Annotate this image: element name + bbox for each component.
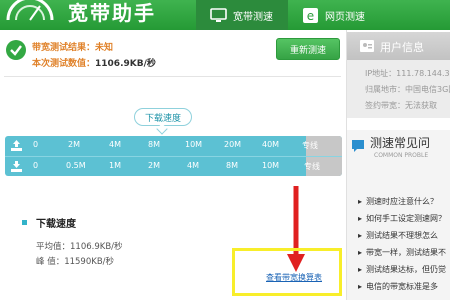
user-info-title: 用户信息: [380, 41, 424, 54]
download-tray-icon: [11, 161, 22, 172]
app-header: 宽带助手 宽带测速 e 网页测速: [0, 0, 450, 30]
scale-tick-bottom: 2M: [148, 161, 160, 170]
scale-row-bottom: 0 0.5M 1M 2M 4M 8M 10M 专线: [5, 156, 342, 176]
tab-label: 网页测速: [325, 11, 365, 23]
download-title: 下载速度: [36, 219, 76, 230]
scale-tick-bottom: 0.5M: [66, 161, 86, 170]
scale-tick-bottom: 10M: [262, 161, 280, 170]
svg-text:e: e: [307, 9, 314, 23]
ip-address: IP地址：111.78.144.38: [365, 69, 450, 78]
result-speed-row: 本次测试数值：1106.9KB/秒: [32, 56, 156, 69]
contract-bandwidth: 签约带宽：无法获取: [365, 101, 437, 110]
scale-tick-bottom: 1M: [109, 161, 121, 170]
app-title: 宽带助手: [68, 1, 156, 25]
speedtest-window: 宽带助手 宽带测速 e 网页测速 带宽测试结果：未知 本次测试数值：1106.9…: [0, 0, 450, 300]
faq-item[interactable]: 测试结果达标，但仍觉: [358, 264, 446, 275]
tab-label: 宽带测速: [233, 11, 273, 23]
speed-scale-bar: 0 2M 4M 8M 10M 20M 40M 专线 0 0.5M 1M 2M 4…: [5, 136, 342, 176]
speedtest-panel: 带宽测试结果：未知 本次测试数值：1106.9KB/秒 重新测速 下载速度 0 …: [0, 30, 345, 300]
upload-tray-icon: [11, 140, 22, 151]
download-peak: 峰 值：11590KB/秒: [36, 257, 115, 267]
chat-bubble-icon: [352, 140, 364, 152]
faq-item[interactable]: 测速时应注意什么？: [358, 196, 438, 207]
faq-item[interactable]: 如何手工设定测速网？: [358, 213, 446, 224]
result-status-label: 带宽测试结果：: [32, 43, 96, 53]
scale-tick-top: 20M: [224, 140, 242, 149]
scale-tick-top: 2M: [68, 140, 80, 149]
speed-bubble-label: 下载速度: [134, 108, 192, 126]
scale-tick-top: 10M: [185, 140, 203, 149]
scale-tick-top: 8M: [148, 140, 160, 149]
faq-item[interactable]: 电信的带宽标准是多: [358, 281, 438, 292]
bandwidth-conversion-link[interactable]: 查看带宽换算表: [266, 272, 322, 283]
user-info-body: IP地址：111.78.144.38 归属地市：中国电信3G网 签约带宽：无法获…: [347, 60, 450, 118]
scale-tick-bottom: 8M: [226, 161, 238, 170]
scale-tick-top: 4M: [109, 140, 121, 149]
scale-tick-bottom: 0: [33, 161, 39, 170]
result-speed-label: 本次测试数值：: [32, 59, 96, 69]
retest-button[interactable]: 重新测速: [276, 38, 340, 60]
result-speed-value: 1106.9KB/秒: [95, 59, 156, 69]
monitor-icon: [210, 7, 227, 22]
download-average: 平均值：1106.9KB/秒: [36, 242, 123, 252]
scale-tick-top: 0: [33, 140, 39, 149]
scale-row-top: 0 2M 4M 8M 10M 20M 40M 专线: [5, 136, 342, 156]
scale-tick-top: 专线: [302, 141, 318, 150]
tab-broadband-speedtest[interactable]: 宽带测速: [196, 0, 288, 30]
divider: [4, 76, 341, 77]
side-panel: 用户信息 IP地址：111.78.144.38 归属地市：中国电信3G网 签约带…: [346, 30, 450, 300]
result-status-value: 未知: [95, 43, 114, 53]
faq-title: 测速常见问: [370, 136, 431, 150]
faq-panel: 测速常见问 COMMON PROBLE 测速时应注意什么？ 如何手工设定测速网？…: [347, 130, 450, 300]
scale-tick-bottom: 4M: [187, 161, 199, 170]
result-status-row: 带宽测试结果：未知: [32, 40, 113, 53]
location: 归属地市：中国电信3G网: [365, 85, 450, 94]
user-card-icon: [360, 40, 374, 52]
scale-tick-top: 40M: [262, 140, 280, 149]
browser-icon: e: [303, 7, 318, 23]
scale-tick-bottom: 专线: [304, 162, 320, 171]
check-icon: [6, 40, 26, 60]
app-logo-icon: [6, 0, 54, 21]
tab-webpage-speedtest[interactable]: e 网页测速: [288, 0, 380, 30]
faq-header: 测速常见问 COMMON PROBLE: [347, 130, 450, 162]
faq-subtitle: COMMON PROBLE: [374, 152, 429, 159]
user-info-header: 用户信息: [347, 32, 450, 60]
faq-item[interactable]: 带宽一样，测试结果不: [358, 247, 446, 258]
faq-item[interactable]: 测试结果不理想怎么: [358, 230, 438, 241]
download-bullet: [22, 220, 27, 225]
